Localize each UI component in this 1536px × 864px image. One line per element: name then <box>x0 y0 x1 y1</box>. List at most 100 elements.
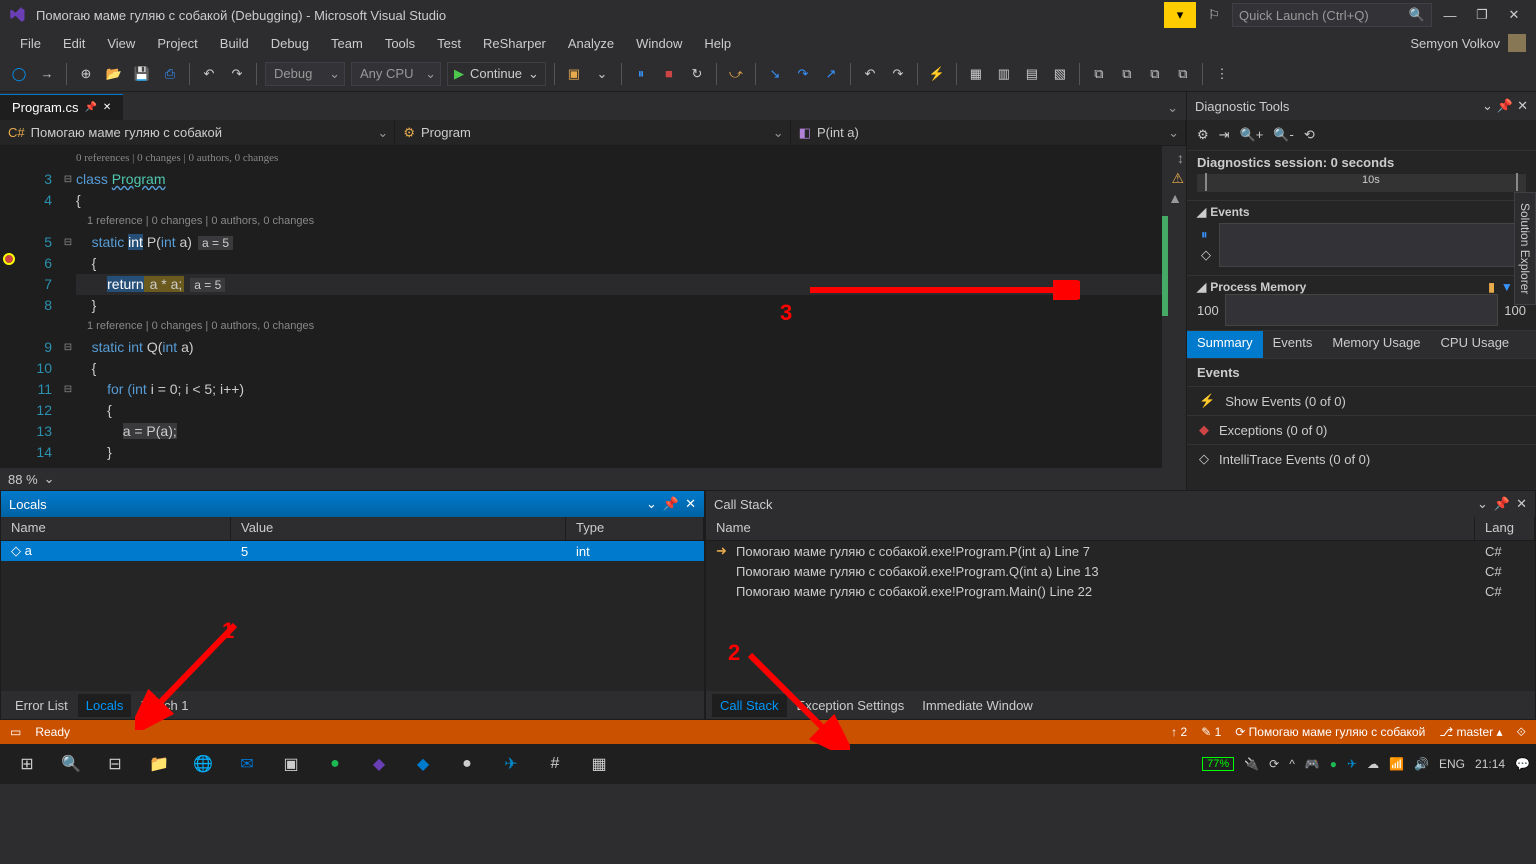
stop-icon[interactable]: ■ <box>658 63 680 85</box>
save-icon[interactable]: 💾 <box>131 63 153 85</box>
bookmark-icon[interactable]: ⧉ <box>1088 63 1110 85</box>
memory-chart[interactable] <box>1225 294 1499 326</box>
close-icon[interactable]: ✕ <box>1516 496 1527 512</box>
undo-icon[interactable]: ↶ <box>198 63 220 85</box>
continue-button[interactable]: ▶ Continue ⌄ <box>447 62 546 86</box>
close-icon[interactable]: ✕ <box>685 496 696 512</box>
pending-icon[interactable]: ✎ 1 <box>1201 725 1221 739</box>
menu-help[interactable]: Help <box>694 33 741 54</box>
menu-debug[interactable]: Debug <box>261 33 319 54</box>
callstack-row[interactable]: ➜ Помогаю маме гуляю с собакой.exe!Progr… <box>706 541 1535 561</box>
show-next-icon[interactable]: ⤻ <box>725 63 747 85</box>
tab-callstack[interactable]: Call Stack <box>712 694 787 717</box>
collapse-icon[interactable]: ◢ <box>1197 280 1206 294</box>
project-label[interactable]: ⟳ Помогаю маме гуляю с собакой <box>1235 725 1425 739</box>
collapse-icon[interactable]: ◢ <box>1197 205 1206 219</box>
gear-icon[interactable]: ⚙ <box>1197 127 1209 143</box>
bc-class[interactable]: ⚙Program <box>395 120 790 145</box>
show-events-item[interactable]: ⚡Show Events (0 of 0) <box>1187 386 1536 415</box>
menu-view[interactable]: View <box>97 33 145 54</box>
hexdump-icon[interactable]: ⌄ <box>591 63 613 85</box>
diag-timeline[interactable]: 10s <box>1197 174 1526 192</box>
nav-back-icon[interactable]: ◯ <box>8 63 30 85</box>
diag-tab-memory[interactable]: Memory Usage <box>1322 331 1430 358</box>
close-tab-icon[interactable]: ✕ <box>103 102 111 113</box>
lang-indicator[interactable]: ENG <box>1439 757 1465 771</box>
code-body[interactable]: 0 references | 0 changes | 0 authors, 0 … <box>76 146 1162 468</box>
cloud-icon[interactable]: ☁ <box>1367 757 1379 771</box>
tab-immediate[interactable]: Immediate Window <box>914 694 1041 717</box>
uncomment-icon[interactable]: ⧉ <box>1172 63 1194 85</box>
events-chart[interactable] <box>1219 223 1522 267</box>
notes-icon[interactable]: ▣ <box>270 745 312 783</box>
menu-icon[interactable]: ⌄ <box>646 496 657 512</box>
code-editor[interactable]: 34 5678 91011121314 1617 1819 ⊟ ⊟ ⊟ ⊟ ⊟ … <box>0 146 1186 468</box>
menu-test[interactable]: Test <box>427 33 471 54</box>
plug-icon[interactable]: 🔌 <box>1244 757 1259 771</box>
tab-program-cs[interactable]: Program.cs 📌 ✕ <box>0 94 123 120</box>
tab-exception-settings[interactable]: Exception Settings <box>789 694 913 717</box>
intellitrace-icon[interactable]: ⚡ <box>926 63 948 85</box>
callstack-header[interactable]: Call Stack ⌄📌✕ <box>706 491 1535 517</box>
clock[interactable]: 21:14 <box>1475 757 1505 771</box>
menu-project[interactable]: Project <box>147 33 207 54</box>
open-icon[interactable]: 📂 <box>103 63 125 85</box>
obs-icon[interactable]: ● <box>446 745 488 783</box>
sync-icon[interactable]: ⟐ <box>1517 725 1526 740</box>
exceptions-item[interactable]: ◆Exceptions (0 of 0) <box>1187 415 1536 444</box>
menu-file[interactable]: File <box>10 33 51 54</box>
username-label[interactable]: Semyon Volkov <box>1410 36 1500 51</box>
layout4-icon[interactable]: ▧ <box>1049 63 1071 85</box>
task-view-icon[interactable]: ⊟ <box>94 745 136 783</box>
explorer-icon[interactable]: 📁 <box>138 745 180 783</box>
notification-icon[interactable]: ▾ <box>1164 2 1196 28</box>
new-icon[interactable]: ⊕ <box>75 63 97 85</box>
step-out-icon[interactable]: ↗ <box>820 63 842 85</box>
menu-window[interactable]: Window <box>626 33 692 54</box>
notifications-icon[interactable]: 💬 <box>1515 757 1530 771</box>
menu-analyze[interactable]: Analyze <box>558 33 624 54</box>
telegram-icon[interactable]: ✈ <box>490 745 532 783</box>
start-icon[interactable]: ⊞ <box>6 745 48 783</box>
wifi-icon[interactable]: 📶 <box>1389 757 1404 771</box>
app-icon[interactable]: ▦ <box>578 745 620 783</box>
callstack-row[interactable]: Помогаю маме гуляю с собакой.exe!Program… <box>706 561 1535 581</box>
pin-icon[interactable]: 📌 <box>1494 496 1510 512</box>
gc-icon[interactable]: ▼ <box>1501 280 1513 294</box>
minimap[interactable]: ↕ ⚠ ▲ <box>1162 146 1186 468</box>
restore-button[interactable]: ❐ <box>1468 2 1496 28</box>
zoom-in-icon[interactable]: 🔍+ <box>1240 127 1264 143</box>
redo-icon[interactable]: ↷ <box>226 63 248 85</box>
menu-icon[interactable]: ⌄ <box>1477 496 1488 512</box>
breakpoint-gutter[interactable] <box>0 146 20 468</box>
solution-explorer-tab[interactable]: Solution Explorer <box>1514 192 1536 305</box>
slack-icon[interactable]: # <box>534 745 576 783</box>
tab-error-list[interactable]: Error List <box>7 694 76 717</box>
close-button[interactable]: ✕ <box>1500 2 1528 28</box>
sync-icon[interactable]: ⟳ <box>1269 757 1279 771</box>
vs-icon[interactable]: ◆ <box>358 745 400 783</box>
menu-edit[interactable]: Edit <box>53 33 95 54</box>
intellitrace-item[interactable]: ◇IntelliTrace Events (0 of 0) <box>1187 444 1536 473</box>
tab-menu-icon[interactable]: ⌄ <box>1159 96 1186 120</box>
pin-icon[interactable]: 📌 <box>1497 98 1513 114</box>
diag-menu-icon[interactable]: ⌄ <box>1482 98 1493 114</box>
feedback-icon[interactable]: ⚐ <box>1200 2 1228 28</box>
diag-tab-events[interactable]: Events <box>1263 331 1323 358</box>
breakpoint-icon[interactable] <box>3 253 15 265</box>
restart-icon[interactable]: ↻ <box>686 63 708 85</box>
close-icon[interactable]: ✕ <box>1517 98 1528 114</box>
split-icon[interactable]: ↕ <box>1177 150 1184 166</box>
comment-icon[interactable]: ⧉ <box>1144 63 1166 85</box>
reset-icon[interactable]: ⟲ <box>1304 127 1315 143</box>
process-icon[interactable]: ▣ <box>563 63 585 85</box>
outlook-icon[interactable]: ✉ <box>226 745 268 783</box>
layout2-icon[interactable]: ▥ <box>993 63 1015 85</box>
diag-tab-summary[interactable]: Summary <box>1187 331 1263 358</box>
bc-method[interactable]: ◧P(int a) <box>791 120 1186 145</box>
zoom-level[interactable]: 88 % <box>8 472 38 487</box>
spotify-icon[interactable]: ● <box>314 745 356 783</box>
vscode-icon[interactable]: ◆ <box>402 745 444 783</box>
arrow-up-icon[interactable]: ▲ <box>1168 190 1182 206</box>
pin-icon[interactable]: 📌 <box>663 496 679 512</box>
